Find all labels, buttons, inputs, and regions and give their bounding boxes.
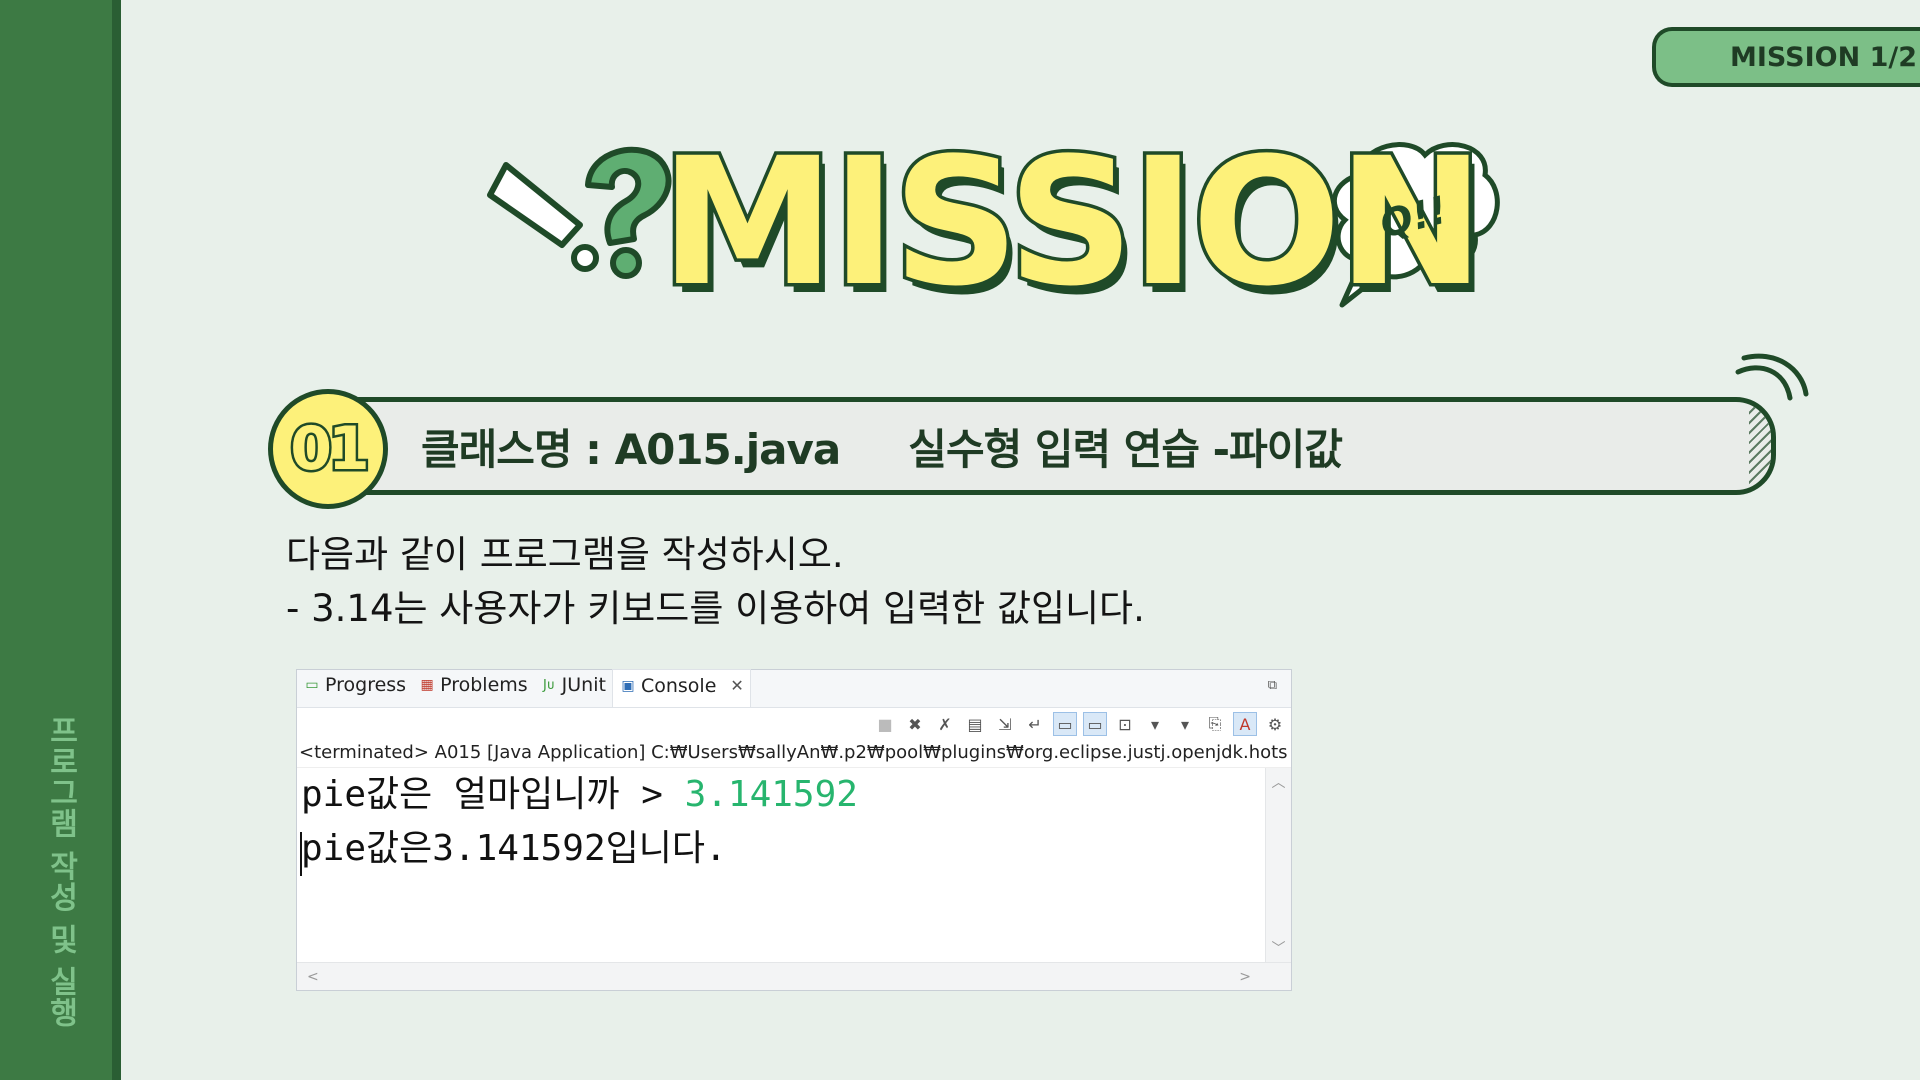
problems-icon: ▦ bbox=[420, 677, 434, 693]
console-toolbar: ■ ✖ ✗ ▤ ⇲ ↵ ▭ ▭ ⊡ ▾ ▾ ⎘ A ⚙ bbox=[297, 708, 1291, 740]
progress-icon: ▭ bbox=[305, 677, 319, 693]
console-output[interactable]: pie값은 얼마입니까 > 3.141592 pie값은3.141592입니다. bbox=[297, 768, 1291, 960]
mission-number: 01 bbox=[268, 389, 388, 509]
sidebar-edge bbox=[112, 0, 121, 1080]
open-console-icon[interactable]: ▾ bbox=[1173, 712, 1197, 736]
close-icon[interactable]: ✕ bbox=[730, 676, 743, 695]
prompt-text: pie값은 얼마입니까 > bbox=[301, 774, 685, 815]
instructions: 다음과 같이 프로그램을 작성하시오. - 3.14는 사용자가 키보드를 이용… bbox=[286, 528, 1145, 636]
display-console-icon[interactable]: ▾ bbox=[1143, 712, 1167, 736]
remove-launch-icon[interactable]: ✖ bbox=[903, 712, 927, 736]
horizontal-scrollbar[interactable]: < > bbox=[297, 962, 1291, 990]
output-line-1: pie값은 얼마입니까 > 3.141592 bbox=[301, 768, 1291, 822]
console-icon: ▣ bbox=[621, 677, 635, 694]
eclipse-console-panel: ▭ Progress ▦ Problems Jᴜ JUnit ▣ Console… bbox=[296, 669, 1292, 991]
mission-title: MISSION bbox=[657, 120, 1489, 325]
user-input-text: 3.141592 bbox=[684, 774, 858, 815]
tab-problems[interactable]: ▦ Problems bbox=[412, 669, 534, 707]
tab-label: Console bbox=[640, 674, 717, 697]
hatch-decoration bbox=[1749, 402, 1771, 490]
tab-console[interactable]: ▣ Console ✕ bbox=[611, 669, 751, 707]
text-icon[interactable]: A bbox=[1233, 712, 1257, 736]
word-wrap-icon[interactable]: ↵ bbox=[1023, 712, 1047, 736]
exclamation-icon bbox=[487, 162, 599, 272]
mission-heading-bar: 클래스명 : A015.java 실수형 입력 연습 -파이값 bbox=[340, 397, 1776, 495]
question-mark-icon bbox=[585, 146, 672, 279]
output-line-2: pie값은3.141592입니다. bbox=[301, 828, 727, 869]
tab-label: Problems bbox=[440, 674, 528, 696]
scroll-up-icon[interactable]: ︿ bbox=[1272, 772, 1286, 792]
mission-header: MISSION Q!! bbox=[480, 120, 1500, 325]
vertical-scrollbar[interactable]: ︿ ﹀ bbox=[1265, 768, 1291, 962]
tab-junit[interactable]: Jᴜ JUnit bbox=[534, 669, 612, 707]
restore-icon[interactable]: ⧉ bbox=[1268, 678, 1277, 693]
copy-icon[interactable]: ⎘ bbox=[1203, 712, 1227, 736]
show-stderr-icon[interactable]: ▭ bbox=[1083, 712, 1107, 736]
instruction-line-1: 다음과 같이 프로그램을 작성하시오. bbox=[286, 533, 844, 576]
scroll-lock-icon[interactable]: ⇲ bbox=[993, 712, 1017, 736]
tab-progress[interactable]: ▭ Progress bbox=[297, 669, 412, 707]
show-stdout-icon[interactable]: ▭ bbox=[1053, 712, 1077, 736]
sidebar-title: 프로그램 작성 및 실행 bbox=[43, 715, 78, 1029]
scroll-left-icon[interactable]: < bbox=[307, 969, 319, 985]
gear-icon[interactable]: ⚙ bbox=[1263, 712, 1287, 736]
terminate-icon[interactable]: ■ bbox=[873, 712, 897, 736]
tab-label: JUnit bbox=[561, 674, 606, 696]
text-caret bbox=[300, 832, 302, 876]
left-sidebar: 프로그램 작성 및 실행 bbox=[0, 0, 121, 1080]
mission-badge: MISSION 1/2 bbox=[1652, 27, 1920, 87]
console-tab-bar: ▭ Progress ▦ Problems Jᴜ JUnit ▣ Console… bbox=[297, 669, 1291, 708]
mission-heading-text: 클래스명 : A015.java 실수형 입력 연습 -파이값 bbox=[421, 424, 1343, 474]
instruction-line-2: - 3.14는 사용자가 키보드를 이용하여 입력한 값입니다. bbox=[286, 587, 1145, 630]
scroll-right-icon[interactable]: > bbox=[1239, 969, 1251, 985]
junit-icon: Jᴜ bbox=[543, 677, 555, 693]
tab-label: Progress bbox=[325, 674, 407, 696]
scroll-down-icon[interactable]: ﹀ bbox=[1272, 938, 1286, 958]
console-status: <terminated> A015 [Java Application] C:₩… bbox=[297, 740, 1291, 768]
pin-console-icon[interactable]: ⊡ bbox=[1113, 712, 1137, 736]
clear-console-icon[interactable]: ▤ bbox=[963, 712, 987, 736]
remove-all-icon[interactable]: ✗ bbox=[933, 712, 957, 736]
